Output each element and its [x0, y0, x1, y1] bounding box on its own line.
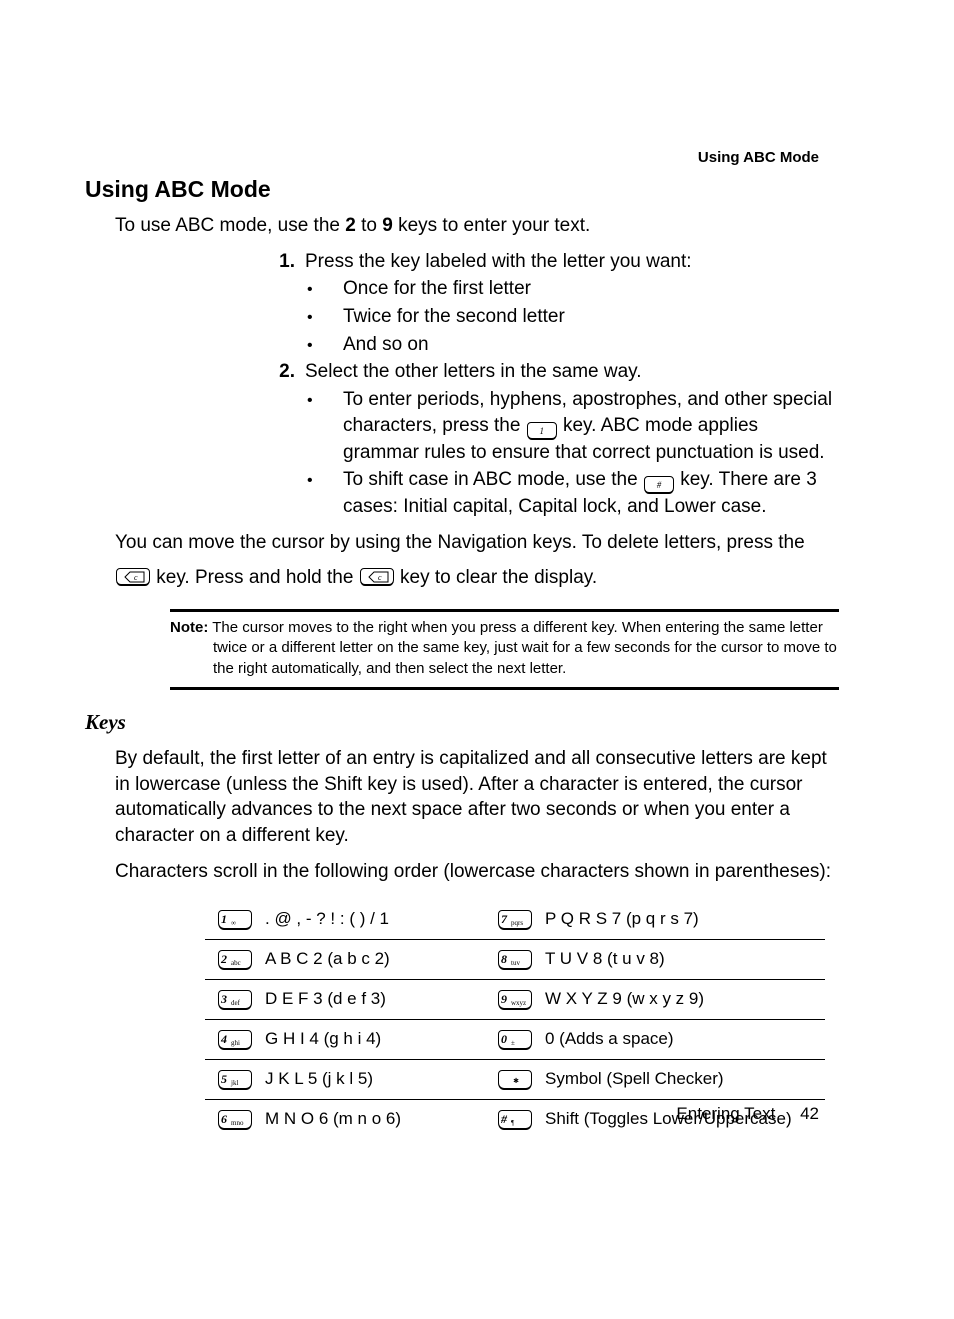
- step-2-bullets: •To enter periods, hyphens, apostrophes,…: [343, 387, 839, 520]
- svg-text:c: c: [134, 573, 138, 582]
- key-star-icon: ✱: [498, 1070, 532, 1090]
- page-footer: Entering Text 42: [676, 1103, 819, 1126]
- key-1-icon: 1∞: [218, 910, 252, 930]
- footer-section: Entering Text: [676, 1104, 775, 1123]
- key-chars: D E F 3 (d e f 3): [265, 988, 485, 1011]
- key-4-icon: 4ghi: [218, 1030, 252, 1050]
- key-5-icon: 5jkl: [218, 1070, 252, 1090]
- key-9-icon: 9wxyz: [498, 990, 532, 1010]
- note-rule-bottom: [170, 687, 839, 690]
- bullet-icon: •: [325, 335, 335, 357]
- step-number: 2.: [270, 359, 295, 385]
- table-row: 1∞ . @ , - ? ! : ( ) / 1 7pqrs P Q R S 7…: [205, 900, 825, 940]
- bullet-text: To shift case in ABC mode, use the: [343, 469, 643, 490]
- keys-paragraph-1: By default, the first letter of an entry…: [115, 746, 839, 849]
- key-chars: M N O 6 (m n o 6): [265, 1108, 485, 1131]
- note-rule-top: [170, 609, 839, 612]
- note: Note: The cursor moves to the right when…: [213, 618, 839, 679]
- table-row: 3def D E F 3 (d e f 3) 9wxyz W X Y Z 9 (…: [205, 980, 825, 1020]
- step-number: 1.: [270, 249, 295, 275]
- svg-text:c: c: [378, 573, 382, 582]
- intro-post: keys to enter your text.: [393, 215, 590, 236]
- key-2-icon: 2abc: [218, 950, 252, 970]
- intro-mid: to: [356, 215, 382, 236]
- key-chars: G H I 4 (g h i 4): [265, 1028, 485, 1051]
- key-hash-icon: #¶: [498, 1110, 532, 1130]
- key-chars: P Q R S 7 (p q r s 7): [545, 908, 825, 931]
- para-post: key to clear the display.: [395, 567, 597, 588]
- list-item: •Twice for the second letter: [343, 304, 839, 330]
- note-label: Note:: [170, 619, 208, 636]
- para-mid: key. Press and hold the: [151, 567, 359, 588]
- table-row: 4ghi G H I 4 (g h i 4) 0± 0 (Adds a spac…: [205, 1020, 825, 1060]
- list-item: •To shift case in ABC mode, use the # ke…: [343, 467, 839, 520]
- key-3-icon: 3def: [218, 990, 252, 1010]
- clear-key-icon: c: [360, 568, 394, 586]
- intro-key-9: 9: [382, 215, 393, 236]
- key-chars: W X Y Z 9 (w x y z 9): [545, 988, 825, 1011]
- step-1: 1.Press the key labeled with the letter …: [305, 249, 839, 275]
- key-7-icon: 7pqrs: [498, 910, 532, 930]
- heading-using-abc-mode: Using ABC Mode: [85, 174, 839, 205]
- bullet-icon: •: [325, 279, 335, 301]
- para-text: You can move the cursor by using the Nav…: [115, 532, 805, 553]
- bullet-icon: •: [325, 307, 335, 329]
- key-6-icon: 6mno: [218, 1110, 252, 1130]
- key-chars: J K L 5 (j k l 5): [265, 1068, 485, 1091]
- list-item: •Once for the first letter: [343, 276, 839, 302]
- clear-key-icon: c: [116, 568, 150, 586]
- step-text: Press the key labeled with the letter yo…: [305, 251, 692, 272]
- cursor-paragraph: You can move the cursor by using the Nav…: [115, 530, 839, 556]
- key-chars: . @ , - ? ! : ( ) / 1: [265, 908, 485, 931]
- step-text: Select the other letters in the same way…: [305, 361, 642, 382]
- intro-paragraph: To use ABC mode, use the 2 to 9 keys to …: [115, 213, 839, 239]
- table-row: 5jkl J K L 5 (j k l 5) ✱ Symbol (Spell C…: [205, 1060, 825, 1100]
- running-header: Using ABC Mode: [698, 148, 819, 168]
- key-chars: A B C 2 (a b c 2): [265, 948, 485, 971]
- cursor-paragraph-line2: c key. Press and hold the c key to clear…: [185, 565, 839, 591]
- bullet-text: Twice for the second letter: [343, 306, 565, 327]
- bullet-text: And so on: [343, 334, 429, 355]
- intro-key-2: 2: [345, 215, 356, 236]
- key-0-icon: 0±: [498, 1030, 532, 1050]
- key-1-icon: 1: [527, 422, 557, 440]
- bullet-text: Once for the first letter: [343, 278, 531, 299]
- bullet-icon: •: [325, 390, 335, 412]
- list-item: •And so on: [343, 332, 839, 358]
- intro-text: To use ABC mode, use the: [115, 215, 345, 236]
- key-8-icon: 8tuv: [498, 950, 532, 970]
- key-chars: Symbol (Spell Checker): [545, 1068, 825, 1091]
- bullet-icon: •: [325, 470, 335, 492]
- key-hash-icon: #: [644, 476, 674, 494]
- key-chars: T U V 8 (t u v 8): [545, 948, 825, 971]
- table-row: 2abc A B C 2 (a b c 2) 8tuv T U V 8 (t u…: [205, 940, 825, 980]
- note-text: The cursor moves to the right when you p…: [208, 619, 837, 677]
- list-item: •To enter periods, hyphens, apostrophes,…: [343, 387, 839, 465]
- page-number: 42: [800, 1104, 819, 1123]
- key-chars: 0 (Adds a space): [545, 1028, 825, 1051]
- step-2: 2.Select the other letters in the same w…: [305, 359, 839, 385]
- step-1-bullets: •Once for the first letter •Twice for th…: [343, 276, 839, 357]
- heading-keys: Keys: [85, 708, 839, 736]
- keys-paragraph-2: Characters scroll in the following order…: [115, 859, 839, 885]
- page-content: Using ABC Mode To use ABC mode, use the …: [0, 0, 954, 1139]
